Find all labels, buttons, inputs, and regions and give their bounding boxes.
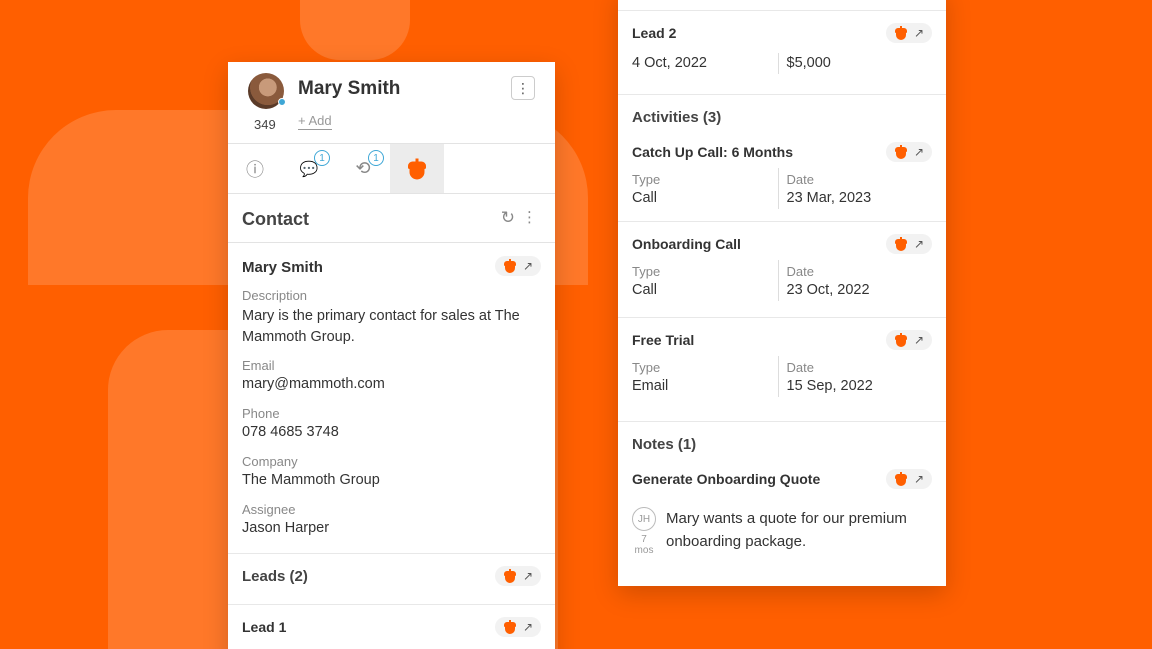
note-text: Mary wants a quote for our premium onboa…: [666, 510, 907, 550]
more-icon[interactable]: ⋮: [522, 208, 537, 226]
field-label: Email: [242, 358, 275, 373]
acorn-icon: [407, 158, 428, 179]
field-label: Company: [242, 454, 298, 469]
lead-date: 4 Oct, 2022: [632, 55, 707, 71]
contact-count: 349: [254, 117, 276, 132]
activities-section: Activities (3): [618, 95, 946, 126]
author-avatar: JH: [632, 507, 656, 531]
avatar[interactable]: [248, 73, 286, 109]
notes-section: Notes (1): [618, 422, 946, 453]
refresh-icon[interactable]: ↻: [501, 208, 515, 228]
acorn-icon[interactable]: [894, 472, 908, 486]
external-link-icon[interactable]: ↗: [914, 145, 924, 159]
lead-item[interactable]: ↗ Lead 1: [228, 605, 555, 637]
type-label: Type: [632, 172, 661, 187]
date-label: Date: [786, 172, 814, 187]
leads-section: ↗ Leads (2): [228, 554, 555, 604]
note-age: 7 mos: [634, 534, 654, 556]
activity-type: Call: [632, 282, 657, 298]
add-button[interactable]: + Add: [298, 113, 332, 130]
external-link-icon[interactable]: ↗: [914, 333, 924, 347]
activities-title: Activities (3): [632, 109, 722, 126]
contact-record: ↗ Mary Smith Description Mary is the pri…: [228, 243, 555, 553]
type-label: Type: [632, 360, 661, 375]
acorn-icon[interactable]: [894, 26, 908, 40]
history-badge: 1: [368, 150, 384, 166]
external-link-icon[interactable]: ↗: [914, 472, 924, 486]
lead-amount: $5,000: [777, 53, 933, 74]
online-status-icon: [278, 98, 286, 106]
activity-date: 15 Sep, 2022: [786, 378, 873, 394]
activity-actions: ↗: [885, 234, 932, 254]
activity-date: 23 Oct, 2022: [786, 282, 870, 298]
activity-item[interactable]: ↗ Catch Up Call: 6 Months Type Call Date…: [618, 126, 946, 221]
note-body: JH 7 mos Mary wants a quote for our prem…: [632, 507, 932, 556]
tab-bar: ⓘ 💬 1 ⟲ 1: [228, 144, 555, 194]
activity-details: Type Email Date 15 Sep, 2022: [632, 356, 932, 397]
notes-title: Notes (1): [632, 436, 697, 453]
field-label: Assignee: [242, 502, 296, 517]
record-actions: ↗: [494, 256, 541, 276]
acorn-icon[interactable]: [894, 237, 908, 251]
leads-actions: ↗: [494, 566, 541, 586]
section-header: Contact ↻ ⋮: [228, 194, 555, 243]
activity-details: Type Call Date 23 Oct, 2022: [632, 260, 932, 301]
comments-badge: 1: [314, 150, 330, 166]
acorn-icon[interactable]: [503, 620, 517, 634]
assignee-value: Jason Harper: [242, 520, 330, 536]
activity-type: Email: [632, 378, 669, 394]
activity-details: Type Call Date 23 Mar, 2023: [632, 168, 932, 209]
external-link-icon[interactable]: ↗: [914, 26, 924, 40]
lead-details: 4 Oct, 2022 $5,000: [632, 53, 932, 74]
more-menu-button[interactable]: ⋮: [511, 76, 535, 100]
tab-history[interactable]: ⟲ 1: [336, 144, 390, 193]
external-link-icon[interactable]: ↗: [523, 259, 533, 273]
activity-type: Call: [632, 190, 657, 206]
activity-item[interactable]: ↗ Free Trial Type Email Date 15 Sep, 202…: [618, 318, 946, 421]
field-label: Description: [242, 288, 308, 303]
activity-actions: ↗: [885, 142, 932, 162]
tab-info[interactable]: ⓘ: [228, 144, 282, 193]
tab-acorn[interactable]: [390, 144, 444, 193]
contact-header: Mary Smith 349 + Add ⋮: [228, 62, 555, 144]
company-value: The Mammoth Group: [242, 472, 380, 488]
contact-panel: Mary Smith 349 + Add ⋮ ⓘ 💬 1 ⟲ 1 Contact…: [228, 62, 555, 649]
lead-item[interactable]: ↗ Lead 2 4 Oct, 2022 $5,000: [618, 11, 946, 94]
note-author: JH 7 mos: [632, 507, 656, 556]
details-panel: ↗ Lead 2 4 Oct, 2022 $5,000 Activities (…: [618, 0, 946, 586]
tab-comments[interactable]: 💬 1: [282, 144, 336, 193]
external-link-icon[interactable]: ↗: [523, 620, 533, 634]
background-shape: [300, 0, 410, 60]
acorn-icon[interactable]: [503, 569, 517, 583]
activity-item[interactable]: ↗ Onboarding Call Type Call Date 23 Oct,…: [618, 222, 946, 317]
phone-value[interactable]: 078 4685 3748: [242, 422, 541, 443]
lead-actions: ↗: [494, 617, 541, 637]
lead-actions: ↗: [885, 23, 932, 43]
external-link-icon[interactable]: ↗: [523, 569, 533, 583]
email-value[interactable]: mary@mammoth.com: [242, 374, 541, 395]
note-actions: ↗: [885, 469, 932, 489]
type-label: Type: [632, 264, 661, 279]
activity-date: 23 Mar, 2023: [786, 190, 872, 206]
field-label: Phone: [242, 406, 280, 421]
external-link-icon[interactable]: ↗: [914, 237, 924, 251]
note-item[interactable]: ↗ Generate Onboarding Quote JH 7 mos Mar…: [618, 453, 946, 556]
activity-actions: ↗: [885, 330, 932, 350]
date-label: Date: [786, 360, 814, 375]
section-title: Contact: [242, 209, 309, 229]
date-label: Date: [786, 264, 814, 279]
acorn-icon[interactable]: [894, 333, 908, 347]
contact-name: Mary Smith: [298, 78, 401, 99]
acorn-icon[interactable]: [894, 145, 908, 159]
description-value: Mary is the primary contact for sales at…: [242, 308, 520, 345]
acorn-icon[interactable]: [503, 259, 517, 273]
info-icon: ⓘ: [246, 159, 264, 180]
